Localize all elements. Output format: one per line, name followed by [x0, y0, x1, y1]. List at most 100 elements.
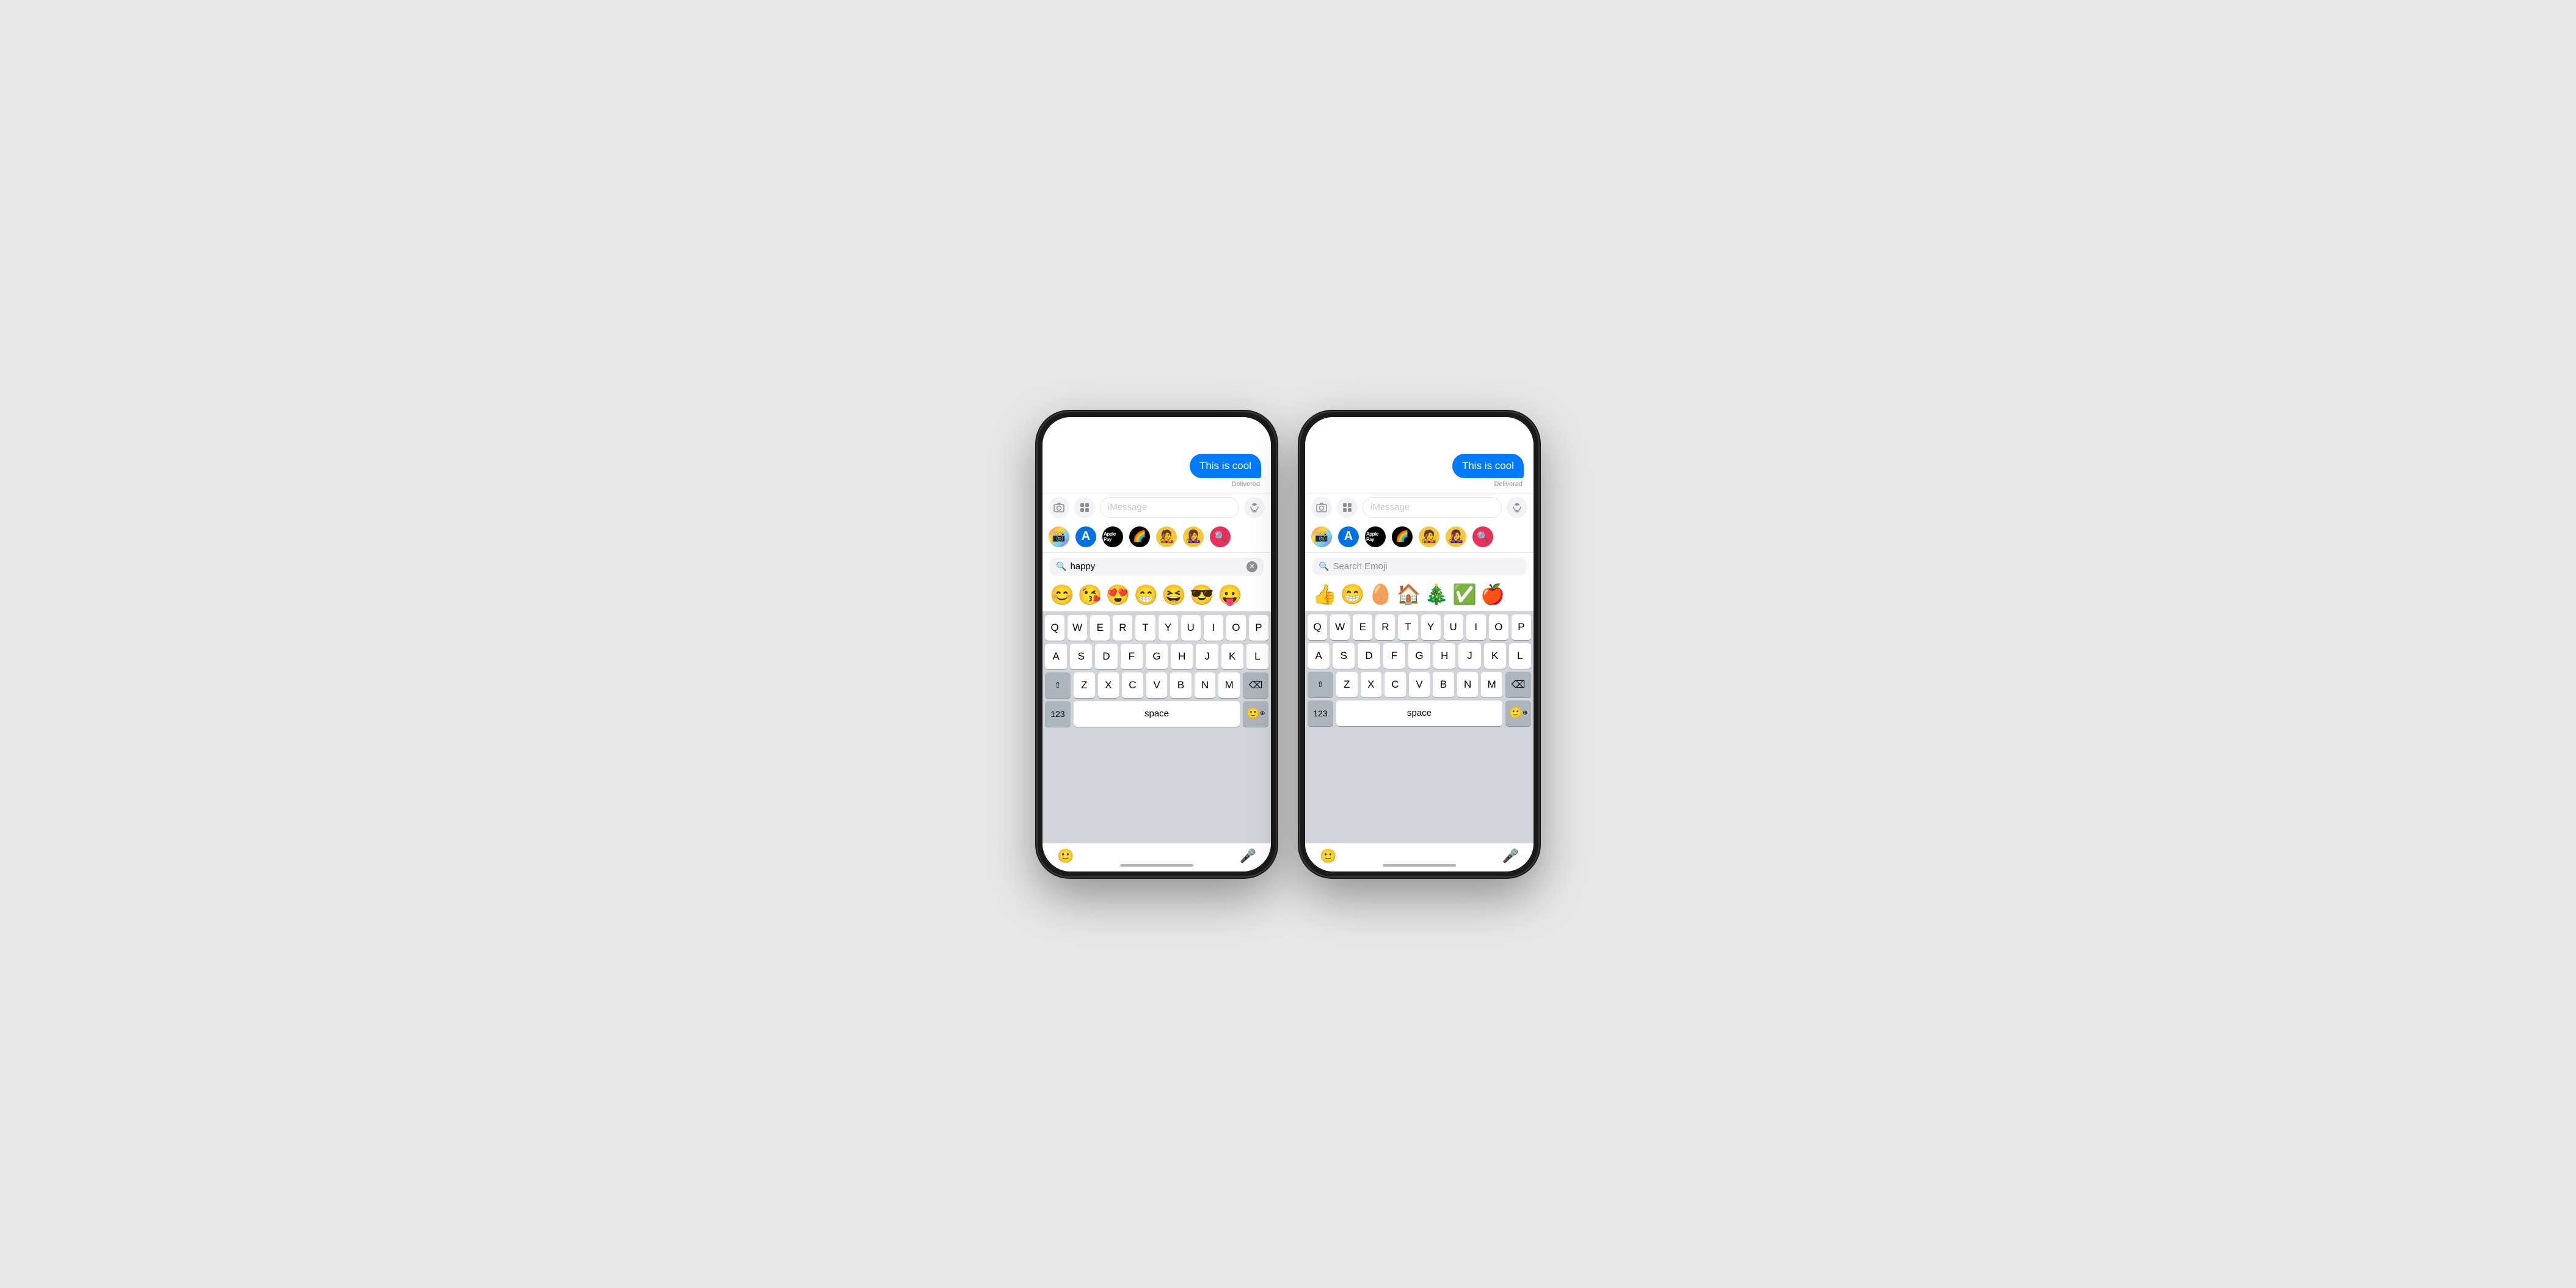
key-a-left[interactable]: A [1045, 644, 1067, 669]
key-delete-left[interactable]: ⌫ [1243, 672, 1268, 698]
emoji-result-r0[interactable]: 👍 [1312, 583, 1337, 606]
audio-button-right[interactable] [1507, 497, 1527, 518]
key-m-left[interactable]: M [1218, 672, 1240, 698]
key-u-right[interactable]: U [1444, 614, 1463, 640]
memoji1-icon-left[interactable]: 🧑‍🎤 [1156, 526, 1177, 547]
emoji-search-box-right[interactable]: 🔍 Search Emoji [1312, 558, 1526, 575]
key-y-right[interactable]: Y [1421, 614, 1441, 640]
emoji-bottom-icon-right[interactable]: 🙂 [1320, 848, 1336, 864]
key-o-right[interactable]: O [1489, 614, 1508, 640]
message-input-left[interactable]: iMessage [1100, 497, 1239, 518]
key-m-right[interactable]: M [1481, 672, 1502, 697]
search-input-left[interactable]: happy [1070, 561, 1243, 572]
key-x-right[interactable]: X [1361, 672, 1382, 697]
key-t-left[interactable]: T [1135, 615, 1155, 641]
camera-button-right[interactable] [1311, 497, 1332, 518]
key-f-left[interactable]: F [1121, 644, 1143, 669]
key-e-right[interactable]: E [1353, 614, 1372, 640]
emoji-search-box-left[interactable]: 🔍 happy ✕ [1050, 558, 1264, 576]
key-q-right[interactable]: Q [1308, 614, 1327, 640]
apps-button-right[interactable] [1337, 497, 1358, 518]
key-123-left[interactable]: 123 [1045, 701, 1071, 727]
key-g-left[interactable]: G [1146, 644, 1168, 669]
mic-bottom-icon-right[interactable]: 🎤 [1502, 848, 1519, 864]
key-k-left[interactable]: K [1221, 644, 1243, 669]
appstore-icon-right[interactable]: A [1338, 526, 1359, 547]
key-123-right[interactable]: 123 [1308, 700, 1333, 726]
emoji-result-r4[interactable]: 🎄 [1424, 583, 1449, 606]
key-p-right[interactable]: P [1512, 614, 1531, 640]
key-d-right[interactable]: D [1358, 643, 1380, 669]
key-j-right[interactable]: J [1458, 643, 1480, 669]
memoji2-icon-right[interactable]: 👩‍🎤 [1446, 526, 1466, 547]
key-y-left[interactable]: Y [1159, 615, 1178, 641]
key-q-left[interactable]: Q [1045, 615, 1064, 641]
key-h-right[interactable]: H [1433, 643, 1455, 669]
apps-button-left[interactable] [1074, 497, 1095, 518]
key-f-right[interactable]: F [1383, 643, 1405, 669]
key-c-left[interactable]: C [1122, 672, 1143, 698]
key-z-left[interactable]: Z [1074, 672, 1095, 698]
key-shift-right[interactable]: ⇧ [1308, 672, 1333, 697]
emoji-result-5[interactable]: 😎 [1190, 583, 1214, 606]
key-n-left[interactable]: N [1195, 672, 1216, 698]
key-h-left[interactable]: H [1171, 644, 1193, 669]
mic-bottom-icon-left[interactable]: 🎤 [1240, 848, 1256, 864]
emoji-bottom-icon-left[interactable]: 🙂 [1057, 848, 1074, 864]
memoji1-icon-right[interactable]: 🧑‍🎤 [1419, 526, 1439, 547]
key-b-left[interactable]: B [1170, 672, 1192, 698]
applepay-icon-right[interactable]: Apple Pay [1365, 526, 1386, 547]
search-clear-left[interactable]: ✕ [1246, 561, 1257, 572]
key-shift-left[interactable]: ⇧ [1045, 672, 1071, 698]
emoji-result-r1[interactable]: 😁 [1341, 583, 1365, 606]
search-icon-right[interactable]: 🔍 [1472, 526, 1493, 547]
key-r-left[interactable]: R [1113, 615, 1132, 641]
key-z-right[interactable]: Z [1336, 672, 1358, 697]
emoji-result-4[interactable]: 😆 [1162, 583, 1186, 606]
key-c-right[interactable]: C [1384, 672, 1406, 697]
key-o-left[interactable]: O [1226, 615, 1246, 641]
appstore-icon-left[interactable]: A [1075, 526, 1096, 547]
key-p-left[interactable]: P [1249, 615, 1268, 641]
key-v-right[interactable]: V [1409, 672, 1430, 697]
key-delete-right[interactable]: ⌫ [1505, 672, 1531, 697]
key-w-left[interactable]: W [1068, 615, 1087, 641]
emoji-result-2[interactable]: 😍 [1106, 583, 1130, 606]
emoji-result-r5[interactable]: ✅ [1452, 583, 1477, 606]
search-icon-left[interactable]: 🔍 [1210, 526, 1231, 547]
key-u-left[interactable]: U [1181, 615, 1201, 641]
key-s-left[interactable]: S [1070, 644, 1092, 669]
applepay-icon-left[interactable]: Apple Pay [1102, 526, 1123, 547]
key-i-right[interactable]: I [1466, 614, 1486, 640]
key-l-left[interactable]: L [1246, 644, 1268, 669]
emoji-result-r2[interactable]: 🥚 [1369, 583, 1393, 606]
key-w-right[interactable]: W [1330, 614, 1350, 640]
fitness-icon-right[interactable]: 🌈 [1392, 526, 1413, 547]
key-j-left[interactable]: J [1196, 644, 1218, 669]
key-b-right[interactable]: B [1433, 672, 1454, 697]
photos-app-icon-right[interactable]: 📸 [1311, 526, 1332, 547]
key-space-left[interactable]: space [1074, 701, 1240, 727]
key-i-left[interactable]: I [1204, 615, 1223, 641]
key-e-left[interactable]: E [1090, 615, 1110, 641]
key-n-right[interactable]: N [1457, 672, 1479, 697]
emoji-result-0[interactable]: 😊 [1050, 583, 1074, 606]
key-s-right[interactable]: S [1333, 643, 1355, 669]
key-l-right[interactable]: L [1509, 643, 1531, 669]
fitness-icon-left[interactable]: 🌈 [1129, 526, 1150, 547]
key-k-right[interactable]: K [1484, 643, 1506, 669]
emoji-result-3[interactable]: 😁 [1134, 583, 1159, 606]
key-space-right[interactable]: space [1336, 700, 1502, 726]
key-d-left[interactable]: D [1095, 644, 1117, 669]
memoji2-icon-left[interactable]: 👩‍🎤 [1183, 526, 1204, 547]
message-input-right[interactable]: iMessage [1363, 497, 1502, 518]
key-emoji-right[interactable]: 🙂⊕ [1505, 700, 1531, 726]
emoji-result-r3[interactable]: 🏠 [1397, 583, 1421, 606]
emoji-result-6[interactable]: 😛 [1218, 583, 1242, 606]
key-r-right[interactable]: R [1375, 614, 1395, 640]
key-emoji-left[interactable]: 🙂⊕ [1243, 701, 1268, 727]
camera-button-left[interactable] [1049, 497, 1069, 518]
key-g-right[interactable]: G [1408, 643, 1430, 669]
key-t-right[interactable]: T [1398, 614, 1417, 640]
photos-app-icon-left[interactable]: 📸 [1049, 526, 1069, 547]
